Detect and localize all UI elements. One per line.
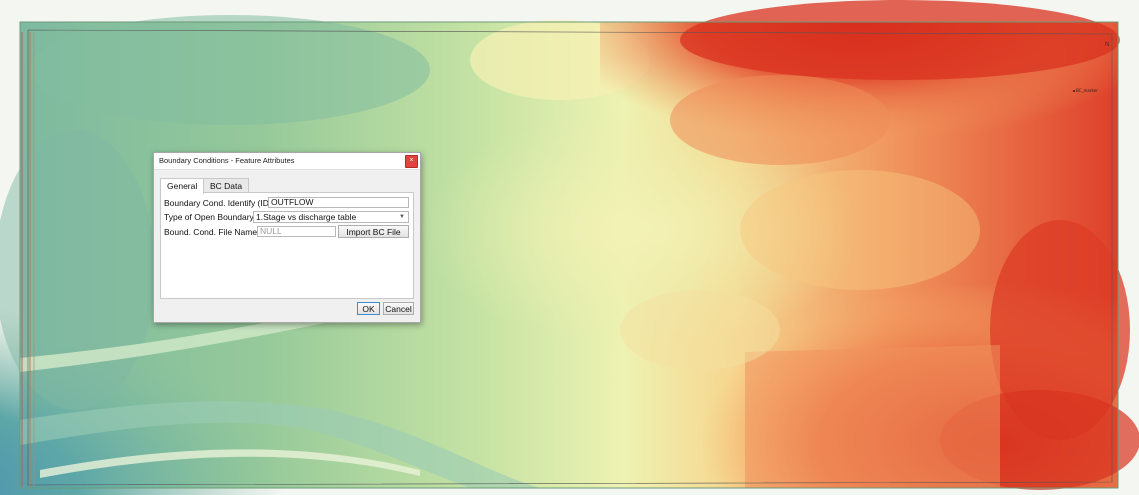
bc-file-name-field[interactable] xyxy=(257,226,336,237)
dialog-titlebar[interactable]: Boundary Conditions - Feature Attributes… xyxy=(154,153,420,170)
tab-general[interactable]: General xyxy=(160,178,205,194)
dialog-title: Boundary Conditions - Feature Attributes xyxy=(159,156,295,165)
ok-button[interactable]: OK xyxy=(357,302,380,315)
bc-marker-label: BC_marker xyxy=(1073,88,1098,93)
file-label: Bound. Cond. File Name xyxy=(164,227,258,237)
boundary-type-select[interactable]: 1.Stage vs discharge table ▼ xyxy=(253,211,409,223)
boundary-type-value: 1.Stage vs discharge table xyxy=(256,212,357,222)
feature-attributes-dialog: Boundary Conditions - Feature Attributes… xyxy=(153,152,421,323)
north-arrow-icon: N xyxy=(1105,42,1110,48)
id-field[interactable] xyxy=(268,197,409,208)
id-label: Boundary Cond. Identify (ID) xyxy=(164,198,272,208)
cancel-button[interactable]: Cancel xyxy=(383,302,414,315)
tab-bc-data[interactable]: BC Data xyxy=(203,178,250,193)
chevron-down-icon: ▼ xyxy=(399,214,405,220)
general-tab-pane: Boundary Cond. Identify (ID) Type of Ope… xyxy=(160,192,414,299)
type-label: Type of Open Boundary xyxy=(164,212,254,222)
close-icon[interactable]: × xyxy=(405,155,418,168)
import-bc-file-button[interactable]: Import BC File xyxy=(338,225,409,238)
